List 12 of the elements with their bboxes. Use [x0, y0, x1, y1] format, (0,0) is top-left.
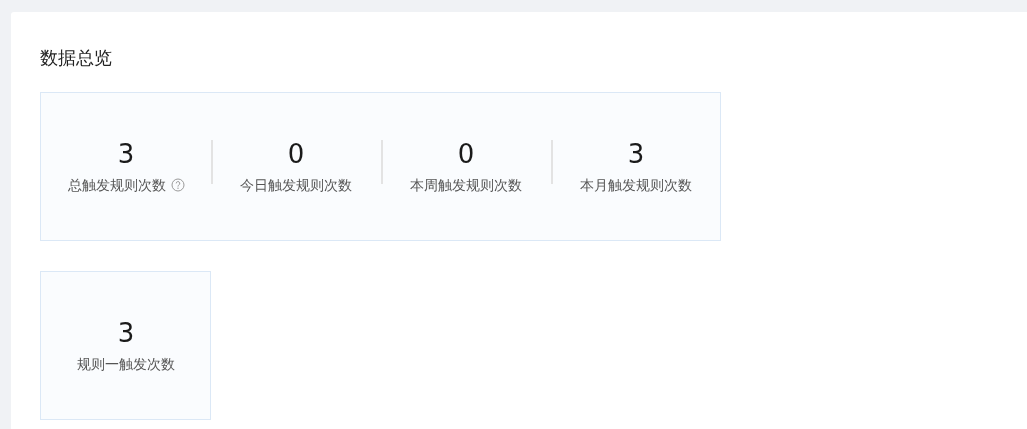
stat-value: 3 — [627, 138, 645, 170]
help-icon[interactable] — [170, 178, 185, 192]
stat-value: 3 — [117, 317, 135, 349]
stat-label: 规则一触发次数 — [77, 355, 175, 374]
stat-label: 今日触发规则次数 — [240, 176, 352, 195]
section-title: 数据总览 — [40, 46, 113, 70]
stat-value: 3 — [117, 138, 135, 170]
stat-value: 0 — [287, 138, 305, 170]
stat-label: 本月触发规则次数 — [580, 176, 692, 195]
stat-label: 总触发规则次数 — [67, 176, 166, 195]
stat-label: 本周触发规则次数 — [410, 176, 522, 195]
stat-value: 0 — [457, 138, 475, 170]
